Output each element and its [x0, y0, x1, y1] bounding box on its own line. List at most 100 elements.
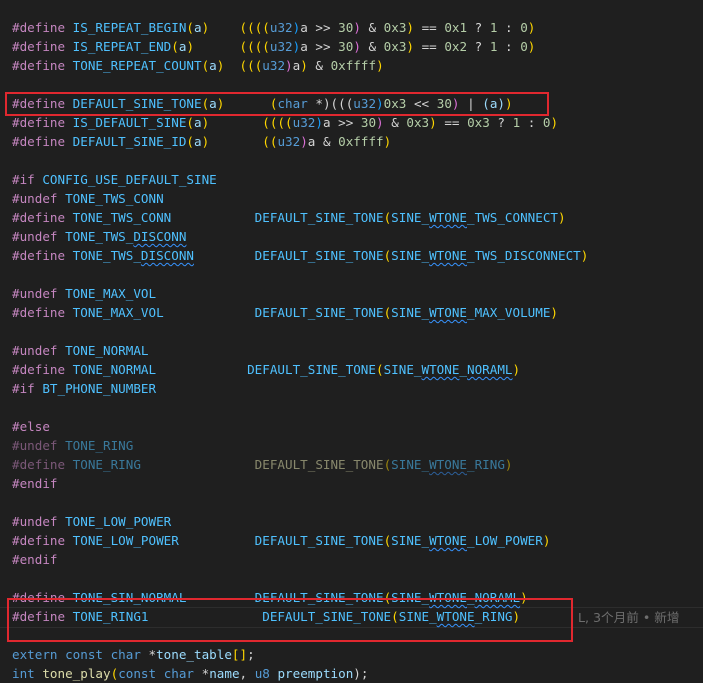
code-token: NORAML: [474, 590, 521, 605]
code-line[interactable]: #undef TONE_RING: [12, 436, 133, 455]
code-token: TONE_RING1: [72, 609, 149, 624]
code-token: u8: [254, 666, 278, 681]
code-token: TONE_MAX_VOL: [65, 286, 157, 301]
code-token: #define: [12, 609, 73, 624]
code-token: int: [12, 666, 43, 681]
code-editor[interactable]: #define IS_REPEAT_BEGIN(a) ((((u32)a >> …: [0, 0, 703, 682]
code-token: :: [497, 20, 521, 35]
code-token: ): [512, 362, 521, 377]
code-token: #define: [12, 210, 73, 225]
code-line[interactable]: #else: [12, 417, 50, 436]
code-token: 0: [520, 20, 528, 35]
code-line[interactable]: #define TONE_REPEAT_COUNT(a) (((u32)a) &…: [12, 56, 384, 75]
code-token: tone_table: [156, 647, 232, 662]
code-line[interactable]: #define TONE_MAX_VOL DEFAULT_SINE_TONE(S…: [12, 303, 558, 322]
code-line[interactable]: #define TONE_TWS_DISCONN DEFAULT_SINE_TO…: [12, 246, 588, 265]
code-token: (: [171, 39, 179, 54]
code-token: 0: [520, 39, 528, 54]
code-token: 30: [338, 20, 354, 35]
code-token: TONE_NORMAL: [65, 343, 149, 358]
code-token: ): [558, 210, 566, 225]
code-token: NORAML: [467, 362, 513, 377]
code-line[interactable]: #undef TONE_TWS_DISCONN: [12, 227, 186, 246]
code-line[interactable]: #define TONE_NORMAL DEFAULT_SINE_TONE(SI…: [12, 360, 520, 379]
code-token: DEFAULT_SINE_TONE: [254, 457, 384, 472]
code-line[interactable]: #define TONE_RING DEFAULT_SINE_TONE(SINE…: [12, 455, 513, 474]
code-token: u32: [269, 20, 293, 35]
code-token: DEFAULT_SINE_TONE: [254, 210, 384, 225]
code-token: (: [375, 362, 384, 377]
code-token: SINE_: [391, 305, 430, 320]
code-token: char: [277, 96, 308, 111]
code-line[interactable]: #undef TONE_MAX_VOL: [12, 284, 156, 303]
code-line[interactable]: #define TONE_LOW_POWER DEFAULT_SINE_TONE…: [12, 531, 550, 550]
code-token: TONE_TWS_CONN: [72, 210, 172, 225]
code-token: WTONE: [429, 590, 467, 605]
code-token: ): [406, 39, 414, 54]
git-blame-annotation: L, 3个月前 • 新增: [578, 610, 680, 625]
code-token: ): [550, 305, 559, 320]
code-line[interactable]: int tone_play(const char *name, u8 preem…: [12, 664, 368, 683]
code-token: 0x3: [383, 96, 407, 111]
code-token: char: [163, 666, 202, 681]
code-token: ?: [489, 115, 513, 130]
code-token: 0x3: [383, 20, 407, 35]
code-token: DEFAULT_SINE_TONE: [254, 305, 384, 320]
code-token: tone_play: [42, 666, 111, 681]
code-token: (: [186, 134, 194, 149]
code-token: SINE_: [398, 609, 437, 624]
code-token: ): [315, 115, 323, 130]
code-line[interactable]: #define TONE_RING1 DEFAULT_SINE_TONE(SIN…: [12, 607, 520, 626]
code-line[interactable]: #undef TONE_NORMAL: [12, 341, 148, 360]
code-token: ((((: [262, 115, 293, 130]
code-token: a: [194, 115, 202, 130]
code-token: 30: [338, 39, 354, 54]
code-token: a: [194, 20, 202, 35]
code-line[interactable]: #define TONE_SIN_NORMAL DEFAULT_SINE_TON…: [12, 588, 528, 607]
code-token: ): [285, 58, 293, 73]
code-token: ==: [414, 20, 445, 35]
code-line[interactable]: #define IS_REPEAT_END(a) ((((u32)a >> 30…: [12, 37, 535, 56]
code-line[interactable]: #define DEFAULT_SINE_ID(a) ((u32)a & 0xf…: [12, 132, 391, 151]
code-token: &: [383, 115, 407, 130]
code-token: _RING: [467, 457, 505, 472]
code-token: DEFAULT_SINE_TONE: [254, 590, 384, 605]
code-token: :: [520, 115, 543, 130]
code-token: ==: [414, 39, 445, 54]
code-token: #undef: [12, 229, 66, 244]
code-token: DEFAULT_SINE_TONE: [254, 533, 384, 548]
code-token: u32: [262, 58, 286, 73]
code-line[interactable]: #define IS_DEFAULT_SINE(a) ((((u32)a >> …: [12, 113, 558, 132]
code-token: DEFAULT_SINE_ID: [72, 134, 187, 149]
code-token: WTONE: [429, 305, 468, 320]
code-token: SINE_: [391, 533, 430, 548]
code-line[interactable]: #define IS_REPEAT_BEGIN(a) ((((u32)a >> …: [12, 18, 535, 37]
code-token: _: [467, 590, 475, 605]
code-line[interactable]: #define DEFAULT_SINE_TONE(a) (char *)(((…: [12, 94, 513, 113]
code-line[interactable]: #undef TONE_TWS_CONN: [12, 189, 164, 208]
code-token: ): [505, 96, 513, 111]
code-token: TONE_RING: [65, 438, 134, 453]
code-token: u32: [292, 115, 316, 130]
code-line[interactable]: #endif: [12, 550, 58, 569]
code-line[interactable]: #if CONFIG_USE_DEFAULT_SINE: [12, 170, 217, 189]
code-token: a &: [307, 134, 339, 149]
code-token: ): [186, 39, 195, 54]
code-line[interactable]: #define TONE_TWS_CONN DEFAULT_SINE_TONE(…: [12, 208, 566, 227]
code-token: WTONE: [429, 533, 467, 548]
code-token: _MAX_VOLUME: [467, 305, 551, 320]
code-line[interactable]: #undef TONE_LOW_POWER: [12, 512, 171, 531]
code-token: 0x3: [383, 39, 407, 54]
code-token: (: [186, 20, 194, 35]
code-token: a >>: [300, 39, 339, 54]
code-token: ): [353, 20, 361, 35]
code-line[interactable]: #endif: [12, 474, 58, 493]
code-line[interactable]: #if BT_PHONE_NUMBER: [12, 379, 156, 398]
code-token: _: [459, 362, 468, 377]
code-token: const: [65, 647, 111, 662]
code-line[interactable]: extern const char *tone_table[];: [12, 645, 255, 664]
